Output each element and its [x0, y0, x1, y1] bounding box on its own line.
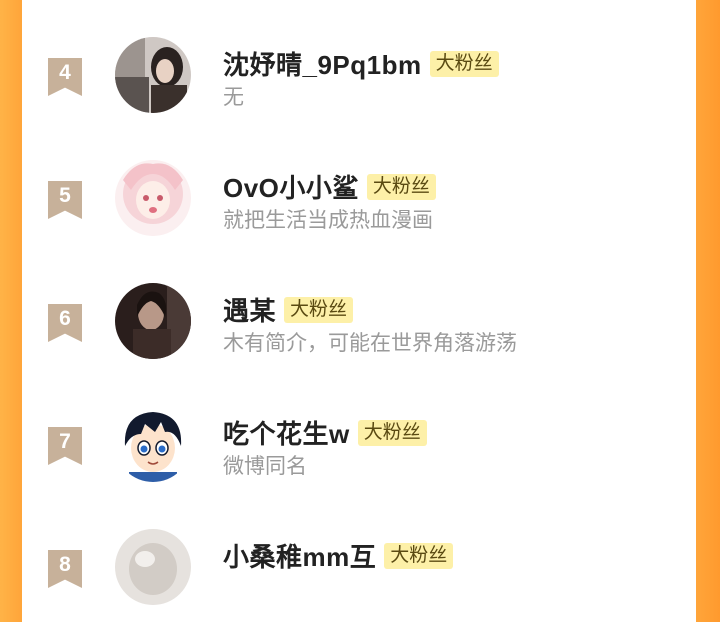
fan-name-line: 沈妤晴_9Pq1bm 大粉丝 — [223, 45, 499, 82]
avatar[interactable] — [115, 283, 191, 359]
fan-name-line: 吃个花生w 大粉丝 — [223, 414, 427, 451]
big-fan-badge: 大粉丝 — [284, 296, 354, 323]
fan-bio: 就把生活当成热血漫画 — [223, 209, 433, 232]
avatar[interactable] — [115, 37, 191, 113]
fan-name-line: OvO小小鲨 大粉丝 — [223, 168, 436, 205]
big-fan-badge: 大粉丝 — [384, 542, 454, 569]
fan-name[interactable]: 小桑稚mm互 — [223, 537, 376, 574]
list-item[interactable]: 7 吃个花生w 大粉丝 微博同名 — [22, 389, 696, 499]
list-item[interactable]: 5 OvO小小鲨 大粉丝 就把生活当成热血漫画 — [22, 143, 696, 253]
big-fan-badge: 大粉丝 — [429, 50, 499, 77]
fan-name[interactable]: 吃个花生w — [223, 414, 350, 451]
fan-bio: 木有简介，可能在世界角落游荡 — [223, 332, 517, 355]
fan-ranking-list: 4 沈妤晴_9Pq1bm 大粉丝 无 5 OvO小小鲨 大粉丝 就把生活当成热血… — [22, 0, 696, 605]
fan-bio: 无 — [223, 86, 244, 109]
rank-badge: 5 — [48, 181, 82, 219]
avatar[interactable] — [115, 529, 191, 605]
big-fan-badge: 大粉丝 — [366, 173, 436, 200]
rank-badge: 8 — [48, 550, 82, 588]
rank-badge: 6 — [48, 304, 82, 342]
avatar[interactable] — [115, 160, 191, 236]
fan-name-line: 小桑稚mm互 大粉丝 — [223, 537, 454, 574]
list-item[interactable]: 4 沈妤晴_9Pq1bm 大粉丝 无 — [22, 20, 696, 130]
fan-bio: 微博同名 — [223, 455, 307, 478]
fan-name-line: 遇某 大粉丝 — [223, 291, 354, 328]
fan-name[interactable]: 沈妤晴_9Pq1bm — [223, 45, 422, 82]
big-fan-badge: 大粉丝 — [357, 419, 427, 446]
list-item[interactable]: 6 遇某 大粉丝 木有简介，可能在世界角落游荡 — [22, 266, 696, 376]
fan-name[interactable]: 遇某 — [223, 291, 276, 328]
avatar[interactable] — [115, 406, 191, 482]
list-item[interactable]: 8 小桑稚mm互 大粉丝 — [22, 512, 696, 622]
fan-name[interactable]: OvO小小鲨 — [223, 168, 359, 205]
rank-badge: 7 — [48, 427, 82, 465]
rank-badge: 4 — [48, 58, 82, 96]
